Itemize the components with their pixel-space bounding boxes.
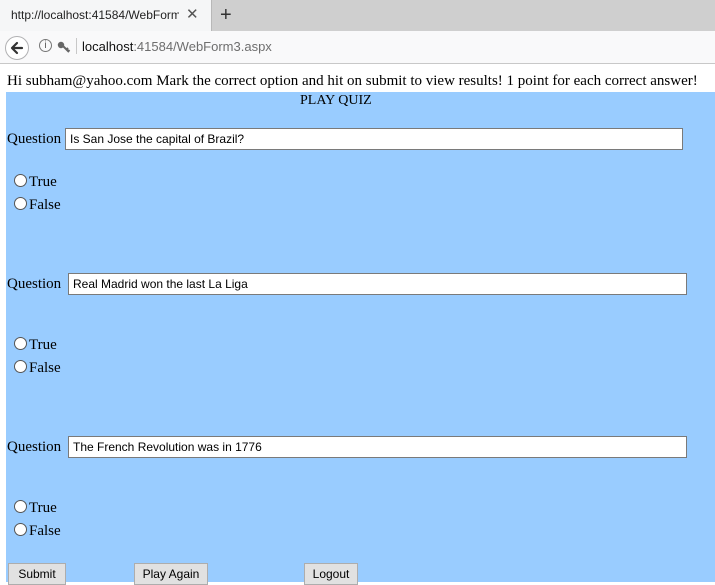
question-1-field[interactable]: Is San Jose the capital of Brazil? [65,128,683,150]
url-host: localhost [82,39,134,54]
url-separator [76,38,77,54]
question-1-option-true[interactable]: True [14,174,57,191]
info-icon[interactable]: i [39,39,52,52]
option-label: True [29,500,57,516]
question-label: Question [7,439,62,455]
question-2-option-false[interactable]: False [14,360,61,377]
question-label: Question [7,131,62,147]
quiz-panel [6,92,715,582]
option-label: False [29,197,61,213]
radio-button[interactable] [14,360,27,373]
address-bar[interactable]: localhost:41584/WebForm3.aspx [82,39,272,54]
url-path: :41584/WebForm3.aspx [133,39,272,54]
browser-tab[interactable]: http://localhost:41584/WebForm ✕ [0,0,212,31]
key-icon[interactable] [56,38,72,54]
radio-button[interactable] [14,174,27,187]
quiz-title: PLAY QUIZ [300,93,372,108]
new-tab-icon[interactable]: + [220,3,232,27]
question-1-option-false[interactable]: False [14,197,61,214]
question-3-field[interactable]: The French Revolution was in 1776 [68,436,687,458]
question-label: Question [7,276,62,292]
question-3-option-false[interactable]: False [14,523,61,540]
question-3-option-true[interactable]: True [14,500,57,517]
greeting-text: Hi subham@yahoo.com Mark the correct opt… [7,73,698,89]
close-tab-icon[interactable]: ✕ [186,6,199,24]
tab-strip: http://localhost:41584/WebForm ✕ + [0,0,715,31]
option-label: False [29,360,61,376]
back-button[interactable] [5,36,29,60]
option-label: False [29,523,61,539]
question-2-field[interactable]: Real Madrid won the last La Liga [68,273,687,295]
option-label: True [29,174,57,190]
back-arrow-icon [10,41,24,55]
tab-title: http://localhost:41584/WebForm [11,8,179,22]
radio-button[interactable] [14,337,27,350]
option-label: True [29,337,57,353]
radio-button[interactable] [14,500,27,513]
question-2-option-true[interactable]: True [14,337,57,354]
radio-button[interactable] [14,197,27,210]
radio-button[interactable] [14,523,27,536]
